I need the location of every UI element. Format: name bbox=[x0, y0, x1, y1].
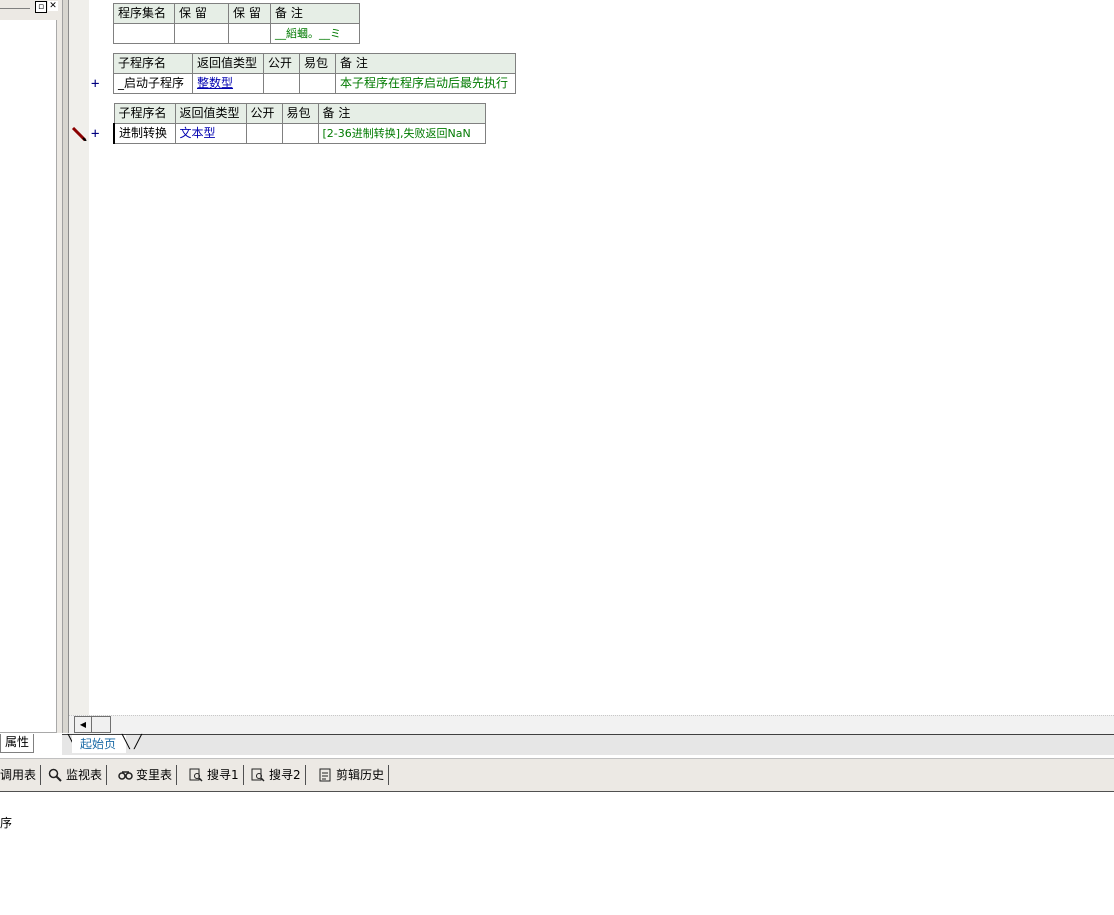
variable-table-icon bbox=[118, 768, 133, 782]
tab-call-table[interactable]: 调用表 bbox=[0, 765, 42, 785]
cell-public[interactable] bbox=[263, 73, 300, 94]
search1-label: 搜寻1 bbox=[207, 768, 239, 782]
watch-table-label: 监视表 bbox=[66, 768, 103, 782]
cell-easy-pack[interactable] bbox=[299, 73, 336, 94]
cell-assembly-name[interactable] bbox=[113, 23, 175, 44]
search2-label: 搜寻2 bbox=[269, 768, 301, 782]
document-tab-bar bbox=[62, 734, 1114, 755]
horizontal-scrollbar[interactable] bbox=[69, 715, 1114, 734]
cell-return-type[interactable]: 文本型 bbox=[174, 123, 247, 144]
subroutine-table-convert[interactable]: 子程序名 返回值类型 公开 易包 备 注 进制转换 文本型 [2-36进制转换]… bbox=[113, 103, 486, 144]
cell-sub-name[interactable]: 进制转换 bbox=[113, 123, 176, 144]
header-reserved-2: 保 留 bbox=[228, 3, 271, 24]
cell-return-type[interactable]: 整数型 bbox=[192, 73, 264, 94]
scrollbar-thumb[interactable] bbox=[91, 716, 111, 733]
cell-sub-name[interactable]: _启动子程序 bbox=[113, 73, 193, 94]
header-assembly-name: 程序集名 bbox=[113, 3, 175, 24]
close-icon[interactable]: ✕ bbox=[48, 1, 58, 11]
header-sub-name: 子程序名 bbox=[113, 53, 193, 74]
magnifier-icon bbox=[48, 768, 62, 782]
cell-remark[interactable]: __縚蟈。__ミ bbox=[270, 23, 360, 44]
call-table-label: 调用表 bbox=[0, 768, 37, 782]
header-easy-pack: 易包 bbox=[299, 53, 336, 74]
restore-icon[interactable]: ▫ bbox=[35, 1, 47, 13]
header-return-type: 返回值类型 bbox=[192, 53, 264, 74]
tab-search-1[interactable]: 搜寻1 bbox=[189, 765, 244, 785]
tab-search-2[interactable]: 搜寻2 bbox=[251, 765, 306, 785]
clipboard-history-icon bbox=[318, 768, 332, 782]
expand-icon[interactable]: + bbox=[91, 76, 99, 92]
header-public: 公开 bbox=[263, 53, 300, 74]
header-return-type: 返回值类型 bbox=[174, 103, 247, 124]
scroll-left-icon[interactable]: ◀ bbox=[74, 716, 92, 733]
cell-remark[interactable]: [2-36进制转换],失败返回NaN bbox=[317, 123, 486, 144]
header-sub-name: 子程序名 bbox=[113, 103, 176, 124]
cell-public[interactable] bbox=[245, 123, 283, 144]
header-remark: 备 注 bbox=[335, 53, 516, 74]
cell-reserved-1[interactable] bbox=[174, 23, 229, 44]
header-public: 公开 bbox=[245, 103, 283, 124]
subroutine-table-startup[interactable]: 子程序名 返回值类型 公开 易包 备 注 _启动子程序 整数型 本子程序在程序启… bbox=[113, 53, 516, 94]
property-list[interactable] bbox=[0, 20, 57, 733]
header-easy-pack: 易包 bbox=[281, 103, 319, 124]
output-text: 序 bbox=[0, 816, 13, 830]
output-panel[interactable] bbox=[0, 792, 1114, 915]
tab-watch-table[interactable]: 监视表 bbox=[48, 765, 108, 785]
tab-properties[interactable]: 属性 bbox=[0, 734, 35, 753]
assembly-table[interactable]: 程序集名 保 留 保 留 备 注 __縚蟈。__ミ bbox=[113, 3, 360, 44]
clip-history-label: 剪辑历史 bbox=[336, 768, 385, 782]
tab-start-page[interactable]: 起始页 bbox=[72, 735, 127, 753]
header-remark: 备 注 bbox=[270, 3, 360, 24]
variable-table-label: 变里表 bbox=[136, 768, 173, 782]
search1-icon bbox=[189, 768, 203, 782]
tab-variable-table[interactable]: 变里表 bbox=[118, 765, 178, 785]
panel-title-line bbox=[0, 8, 30, 9]
tab-edge-right: ╲ bbox=[122, 735, 130, 750]
cell-remark[interactable]: 本子程序在程序启动后最先执行 bbox=[335, 73, 516, 94]
editor-gutter bbox=[68, 0, 89, 733]
pencil-icon bbox=[71, 126, 87, 142]
expand-icon[interactable]: + bbox=[91, 126, 99, 142]
cell-reserved-2[interactable] bbox=[228, 23, 271, 44]
tab-new-edge[interactable]: ╱ bbox=[134, 735, 142, 750]
left-panel: ▫ ✕ bbox=[0, 0, 62, 733]
header-reserved-1: 保 留 bbox=[174, 3, 229, 24]
cell-easy-pack[interactable] bbox=[281, 123, 319, 144]
search2-icon bbox=[251, 768, 265, 782]
tab-clip-history[interactable]: 剪辑历史 bbox=[318, 765, 390, 785]
header-remark: 备 注 bbox=[317, 103, 486, 124]
